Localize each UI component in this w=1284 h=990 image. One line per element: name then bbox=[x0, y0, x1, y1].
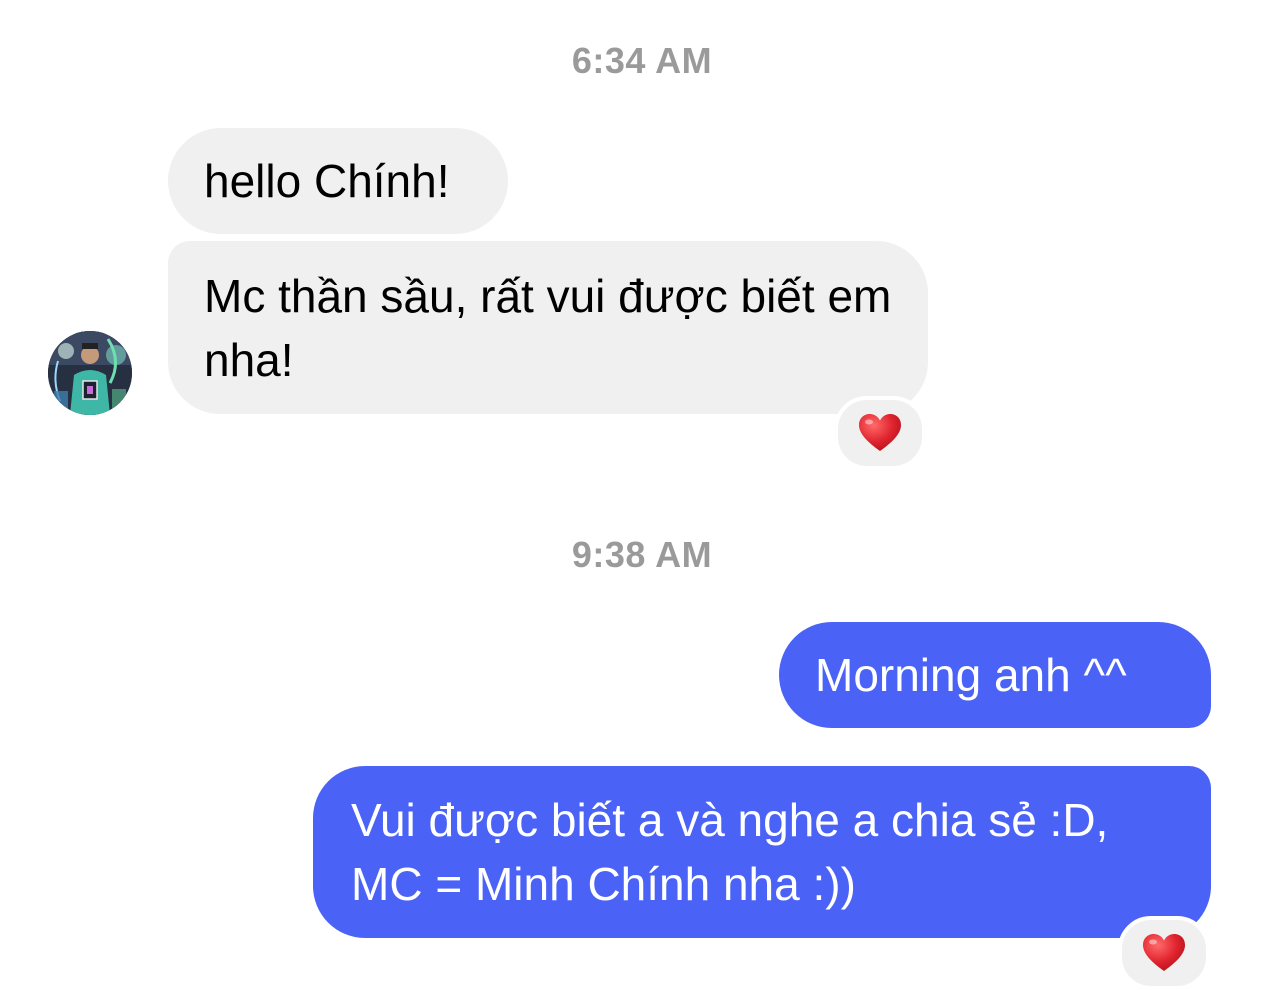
avatar-image bbox=[48, 331, 132, 415]
message-text: Morning anh ^^ bbox=[815, 649, 1127, 701]
message-text: hello Chính! bbox=[204, 155, 450, 207]
incoming-message[interactable]: Mc thần sầu, rất vui được biết em nha! bbox=[168, 241, 928, 414]
timestamp: 9:38 AM bbox=[571, 534, 713, 575]
timestamp: 6:34 AM bbox=[571, 40, 713, 81]
reaction-badge[interactable] bbox=[1118, 916, 1210, 990]
outgoing-message[interactable]: Morning anh ^^ bbox=[779, 622, 1211, 728]
heart-icon bbox=[859, 414, 901, 451]
message-text: Mc thần sầu, rất vui được biết em nha! bbox=[204, 270, 892, 386]
outgoing-message[interactable]: Vui được biết a và nghe a chia sẻ :D, MC… bbox=[313, 766, 1211, 938]
reaction-badge[interactable] bbox=[834, 396, 926, 470]
heart-icon bbox=[1143, 934, 1185, 971]
incoming-message[interactable]: hello Chính! bbox=[168, 128, 508, 234]
contact-avatar[interactable] bbox=[48, 331, 132, 415]
message-text: Vui được biết a và nghe a chia sẻ :D, MC… bbox=[351, 794, 1109, 910]
